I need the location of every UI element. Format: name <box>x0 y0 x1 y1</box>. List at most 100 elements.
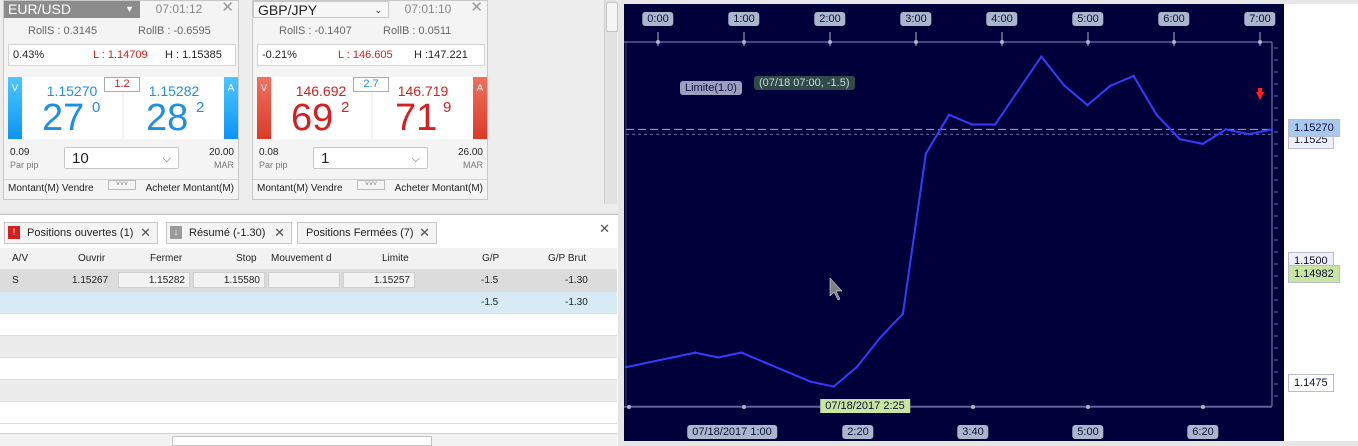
plot-frame <box>625 41 1273 407</box>
close-icon[interactable]: ✕ <box>274 223 285 243</box>
time-label-top: 5:00 <box>1072 12 1104 26</box>
margin-label: MAR <box>214 160 234 170</box>
roll-rates: RollS : 0.3145 RollB : -0.6595 <box>4 23 238 37</box>
time-label-bottom: 5:00 <box>1072 425 1104 439</box>
table-horizontal-scrollbar[interactable] <box>0 433 617 446</box>
roll-sell: RollS : 0.3145 <box>28 25 98 37</box>
column-header[interactable]: Stop <box>236 248 257 269</box>
close-icon[interactable]: ✕ <box>221 0 234 16</box>
widgets-scrollbar[interactable] <box>604 0 618 204</box>
close-icon[interactable]: ✕ <box>140 223 151 243</box>
buy-button[interactable]: 146.719 71 9 A <box>373 77 487 139</box>
buy-button[interactable]: 1.15282 28 2 A <box>124 77 238 139</box>
column-header[interactable]: Mouvement d <box>271 248 332 269</box>
widget-footer: Montant(M) Vendre ˅˅˅ Acheter Montant(M) <box>4 179 238 197</box>
mouse-cursor-icon <box>829 277 843 301</box>
amount-select[interactable]: 10 ⌵ <box>64 147 179 169</box>
low-value: L : 146.605 <box>338 49 393 61</box>
amount-select[interactable]: 1 ⌵ <box>313 147 428 169</box>
time-tick-dot <box>1086 405 1090 409</box>
price-point <box>1063 84 1066 87</box>
sell-fraction: 2 <box>341 99 350 116</box>
price-point <box>855 365 858 369</box>
cell-move[interactable] <box>268 272 340 288</box>
symbol-selector[interactable]: EUR/USD ▼ <box>4 1 140 18</box>
buy-side-label: A <box>227 83 235 94</box>
close-icon[interactable]: ✕ <box>470 0 483 16</box>
price-point <box>786 370 789 374</box>
tab-open-positions[interactable]: ! Positions ouvertes (1) ✕ <box>4 222 158 244</box>
time-tick-dot <box>971 405 975 409</box>
sell-marker-icon <box>1256 92 1264 100</box>
price-chart[interactable]: 0:00 1:00 2:00 3:00 4:00 5:00 6:00 7:00 07/18/20… <box>624 4 1284 441</box>
limit-order-tag[interactable]: Limite(1.0) <box>680 81 742 95</box>
column-header[interactable]: A/V <box>12 248 28 269</box>
time-label-top: 4:00 <box>986 12 1018 26</box>
low-value: L : 1.14709 <box>93 49 148 61</box>
symbol-label: GBP/JPY <box>258 2 318 18</box>
chevron-down-icon: ⌵ <box>162 153 171 165</box>
positions-panel: ! Positions ouvertes (1) ✕ ↓ Résumé (-1.… <box>0 214 618 446</box>
chevron-down-icon: ⌵ <box>411 153 420 165</box>
cell-pl: -1.5 <box>481 275 499 286</box>
price-point <box>1155 113 1158 117</box>
column-header[interactable]: Ouvrir <box>78 248 105 269</box>
tab-summary[interactable]: ↓ Résumé (-1.30) ✕ <box>166 222 292 244</box>
column-header[interactable]: G/P <box>482 248 499 269</box>
price-point <box>624 365 628 369</box>
widget-header: GBP/JPY ⌄ 07:01:10 ✕ <box>253 0 487 18</box>
per-pip: 0.09 Par pip <box>10 147 39 171</box>
symbol-label: EUR/USD <box>8 1 72 17</box>
tab-label: Résumé (-1.30) <box>189 227 266 239</box>
price-point <box>901 312 905 315</box>
sell-pips: 27 <box>42 97 85 139</box>
price-point <box>1040 55 1043 58</box>
cell-close[interactable]: 1.15282 <box>118 272 190 288</box>
chart-tooltip: (07/18 07:00, -1.5) <box>754 76 855 90</box>
column-header[interactable]: G/P Brut <box>548 248 586 269</box>
time-label-top: 3:00 <box>900 12 932 26</box>
table-row[interactable]: S 1.15267 1.15282 1.15580 1.15257 -1.5 -… <box>0 270 617 292</box>
footer-buy-label: Acheter Montant(M) <box>394 183 483 194</box>
time-label-top: 2:00 <box>814 12 846 26</box>
price-point <box>1109 84 1112 87</box>
price-point <box>1201 142 1204 146</box>
high-low-bar: -0.21% L : 146.605 H :147.221 <box>257 44 485 66</box>
expand-toggle-icon[interactable]: ˅˅˅ <box>357 180 385 190</box>
close-icon[interactable]: ✕ <box>419 223 430 243</box>
cell-limit[interactable]: 1.15257 <box>343 272 415 288</box>
cell-stop[interactable]: 1.15580 <box>193 272 265 288</box>
tab-label: Positions Fermées (7) <box>306 227 414 239</box>
expand-toggle-icon[interactable]: ˅˅˅ <box>108 180 136 190</box>
price-point <box>809 380 812 383</box>
sell-side-indicator: V <box>257 77 271 139</box>
chevron-down-icon: ▼ <box>125 4 134 14</box>
column-header[interactable]: Limite <box>382 248 409 269</box>
price-point <box>694 351 697 354</box>
time-tick-dot <box>1258 40 1262 44</box>
sell-fraction: 0 <box>92 99 101 116</box>
price-point <box>740 351 743 354</box>
buy-side-label: A <box>476 83 484 94</box>
per-pip-value: 0.09 <box>10 147 30 158</box>
price-point <box>1247 133 1251 136</box>
amount-value: 10 <box>72 150 89 167</box>
buy-fraction: 9 <box>443 99 452 116</box>
change-percent: -0.21% <box>262 49 297 61</box>
price-axis-gutter: 1.1525 1.1500 1.1475 1.15270 1.14982 <box>1284 4 1358 441</box>
panel-close-icon[interactable]: ✕ <box>599 221 610 237</box>
time-tick-dot <box>1201 405 1205 409</box>
per-pip-label: Par pip <box>10 160 39 170</box>
scrollbar-thumb[interactable] <box>606 2 618 32</box>
column-header[interactable]: Fermer <box>150 248 182 269</box>
tab-closed-positions[interactable]: Positions Fermées (7) ✕ <box>297 222 437 244</box>
time-tick-dot <box>1172 40 1176 44</box>
price-point <box>763 361 766 364</box>
price-point <box>1132 74 1135 78</box>
tab-label: Positions ouvertes (1) <box>27 227 134 239</box>
time-label-bottom: 2:20 <box>842 425 874 439</box>
symbol-selector[interactable]: GBP/JPY ⌄ <box>253 1 389 18</box>
per-pip-value: 0.08 <box>259 147 279 158</box>
per-pip-label: Par pip <box>259 160 288 170</box>
footer-sell-label: Montant(M) Vendre <box>8 183 94 194</box>
